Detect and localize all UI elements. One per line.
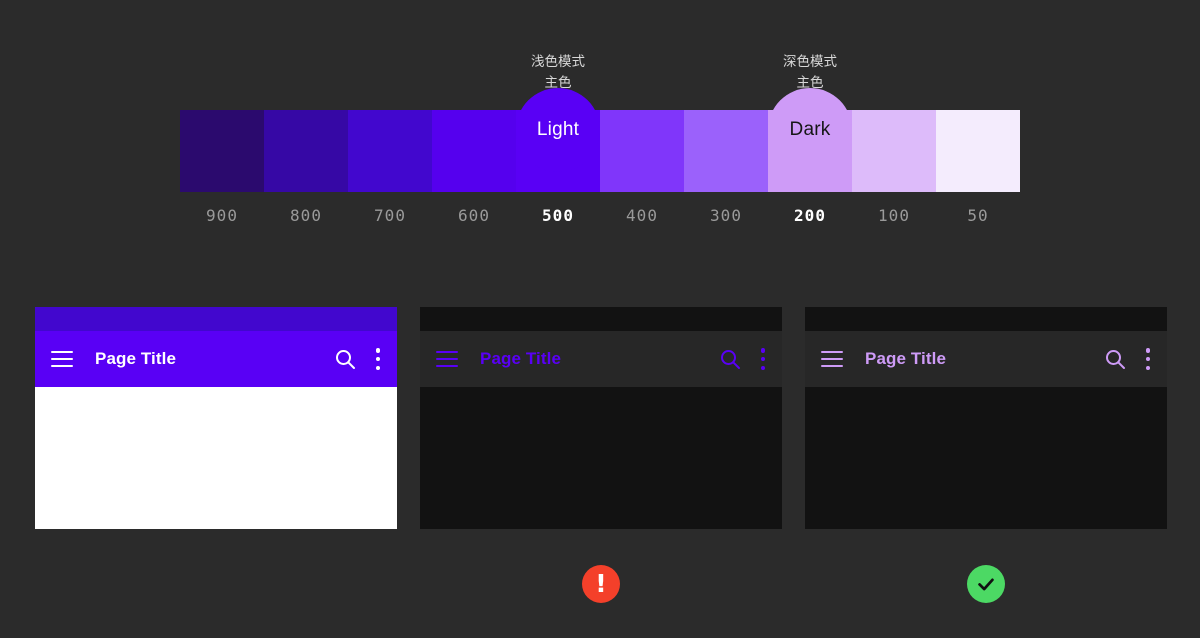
card-content-area: [805, 387, 1167, 529]
appbar-card-light-mode: Page Title: [35, 307, 397, 529]
tone-label-600: 600: [458, 206, 490, 225]
dark-primary-caption-line1: 深色模式: [783, 54, 837, 70]
dark-primary-marker[interactable]: Dark: [768, 88, 852, 172]
swatch-700[interactable]: [348, 110, 432, 192]
app-bar: Page Title: [420, 331, 782, 387]
light-primary-caption-line1: 浅色模式: [531, 54, 585, 70]
hamburger-menu-icon[interactable]: [436, 351, 458, 367]
error-badge: !: [582, 565, 620, 603]
app-bar: Page Title: [805, 331, 1167, 387]
success-badge: [967, 565, 1005, 603]
light-primary-marker[interactable]: Light: [516, 88, 600, 172]
badge-slot-light: [35, 563, 397, 605]
swatch-800[interactable]: [264, 110, 348, 192]
design-spec-canvas: 浅色模式 主色 深色模式 主色 Light Dark 900 800 700 6…: [0, 0, 1200, 638]
badge-slot-dark-200: [805, 563, 1167, 605]
swatch-50[interactable]: [936, 110, 1020, 192]
more-vert-icon[interactable]: [375, 348, 381, 370]
tone-label-700: 700: [374, 206, 406, 225]
swatch-row: [180, 110, 1020, 192]
swatch-900[interactable]: [180, 110, 264, 192]
tone-label-800: 800: [290, 206, 322, 225]
page-title: Page Title: [480, 349, 561, 368]
checkmark-icon: [975, 573, 997, 595]
appbar-card-dark-mode-200: Page Title: [805, 307, 1167, 529]
status-bar: [805, 307, 1167, 331]
tone-label-500: 500: [542, 206, 574, 225]
search-icon[interactable]: [1103, 347, 1127, 371]
appbar-examples: Page Title Page Title Page Title: [35, 307, 1183, 529]
tone-label-900: 900: [206, 206, 238, 225]
badge-slot-dark-500: !: [420, 563, 782, 605]
tone-label-row: 900 800 700 600 500 400 300 200 100 50: [180, 206, 1020, 225]
swatch-300[interactable]: [684, 110, 768, 192]
more-vert-icon[interactable]: [1145, 348, 1151, 370]
hamburger-menu-icon[interactable]: [51, 351, 73, 367]
tone-label-100: 100: [878, 206, 910, 225]
tone-label-400: 400: [626, 206, 658, 225]
swatch-100[interactable]: [852, 110, 936, 192]
search-icon[interactable]: [333, 347, 357, 371]
app-bar: Page Title: [35, 331, 397, 387]
exclamation-icon: !: [595, 568, 607, 598]
swatch-600[interactable]: [432, 110, 516, 192]
page-title: Page Title: [95, 349, 176, 368]
card-content-area: [420, 387, 782, 529]
more-vert-icon[interactable]: [760, 348, 766, 370]
tone-label-50: 50: [967, 206, 989, 225]
hamburger-menu-icon[interactable]: [821, 351, 843, 367]
status-badge-row: !: [35, 563, 1183, 605]
card-content-area: [35, 387, 397, 529]
status-bar: [35, 307, 397, 331]
swatch-400[interactable]: [600, 110, 684, 192]
tone-label-300: 300: [710, 206, 742, 225]
tone-label-200: 200: [794, 206, 826, 225]
color-palette: 浅色模式 主色 深色模式 主色 Light Dark 900 800 700 6…: [180, 54, 1020, 225]
search-icon[interactable]: [718, 347, 742, 371]
status-bar: [420, 307, 782, 331]
appbar-card-dark-mode-500: Page Title: [420, 307, 782, 529]
page-title: Page Title: [865, 349, 946, 368]
